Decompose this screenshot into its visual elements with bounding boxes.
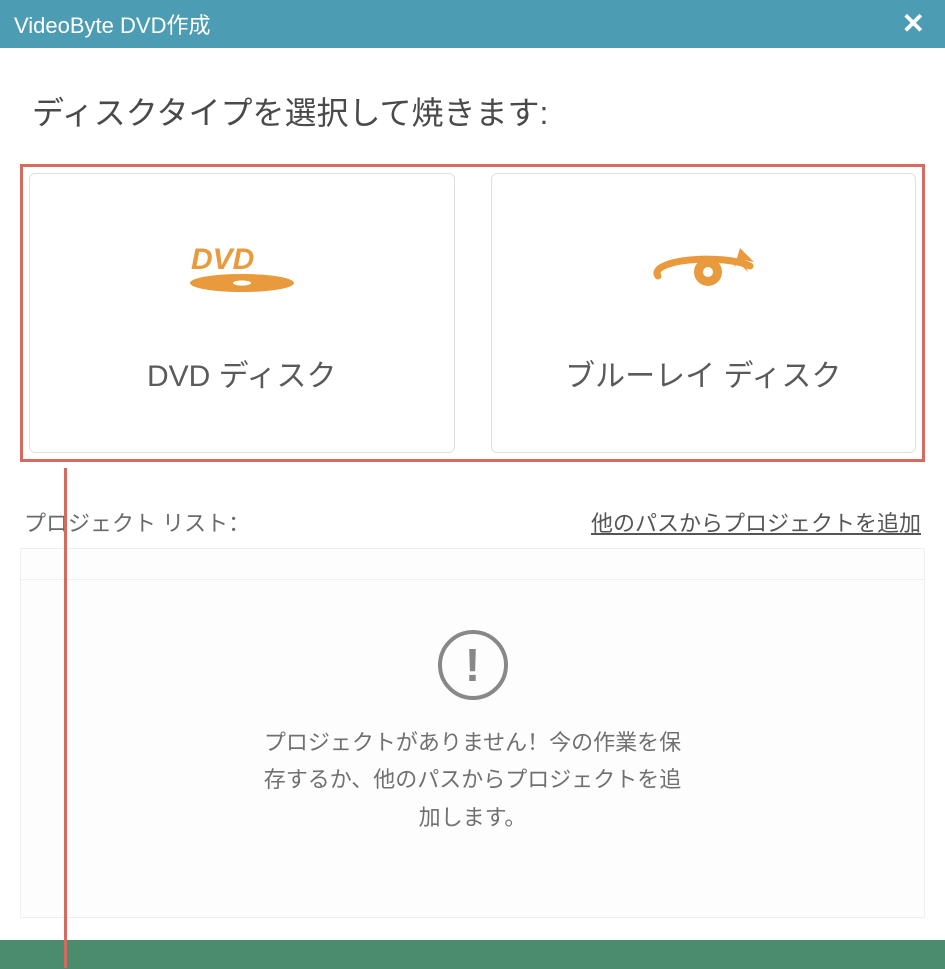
dvd-icon: DVD xyxy=(182,231,302,301)
annotation-line xyxy=(64,468,67,968)
list-divider xyxy=(21,579,924,580)
content-area: ディスクタイプを選択して焼きます: DVD DVD ディスク xyxy=(0,48,945,940)
bluray-option-label: ブルーレイ ディスク xyxy=(565,351,841,395)
project-list-header: プロジェクト リスト： 他のパスからプロジェクトを追加 xyxy=(20,506,925,538)
dvd-disc-option[interactable]: DVD DVD ディスク xyxy=(29,173,455,453)
disc-type-selection: DVD DVD ディスク xyxy=(20,164,925,462)
page-heading: ディスクタイプを選択して焼きます: xyxy=(32,88,925,134)
titlebar: VideoByte DVD作成 ✕ xyxy=(0,0,945,48)
project-list-label: プロジェクト リスト： xyxy=(24,506,250,538)
add-project-link[interactable]: 他のパスからプロジェクトを追加 xyxy=(591,506,921,538)
close-icon[interactable]: ✕ xyxy=(902,10,925,38)
svg-text:DVD: DVD xyxy=(191,243,254,276)
dvd-option-label: DVD ディスク xyxy=(147,351,337,395)
bluray-disc-option[interactable]: ブルーレイ ディスク xyxy=(491,173,917,453)
empty-state: ! プロジェクトがありません！今の作業を保存するか、他のパスからプロジェクトを追… xyxy=(258,630,688,836)
window-title: VideoByte DVD作成 xyxy=(14,8,210,40)
exclamation-icon: ! xyxy=(438,630,508,700)
app-window: VideoByte DVD作成 ✕ ディスクタイプを選択して焼きます: DVD … xyxy=(0,0,945,940)
empty-message: プロジェクトがありません！今の作業を保存するか、他のパスからプロジェクトを追加し… xyxy=(258,724,688,836)
bluray-icon xyxy=(638,231,768,301)
project-list-area: ! プロジェクトがありません！今の作業を保存するか、他のパスからプロジェクトを追… xyxy=(20,548,925,918)
